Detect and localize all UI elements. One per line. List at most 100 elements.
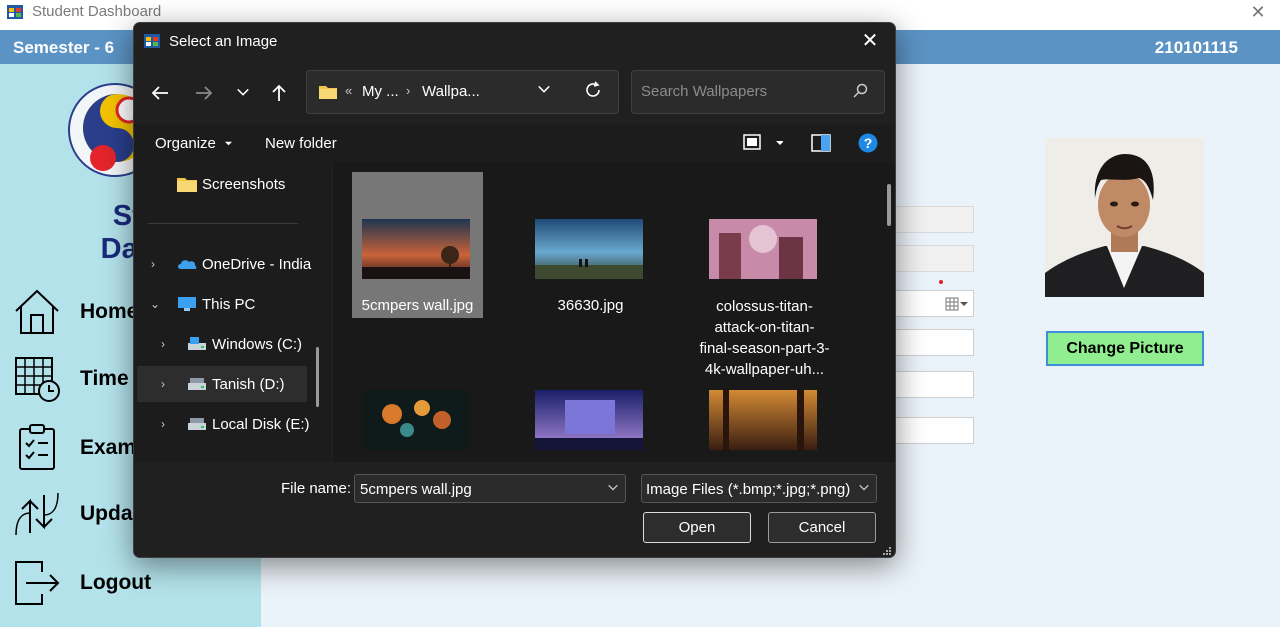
file-name: 5cmpers wall.jpg bbox=[361, 297, 474, 314]
files-scrollbar[interactable] bbox=[887, 184, 891, 226]
file-list: 5cmpers wall.jpg 36630.jpg colossus-tita… bbox=[333, 162, 895, 462]
sidebar-item-update[interactable]: Upda bbox=[12, 489, 133, 539]
resize-grip-icon[interactable] bbox=[882, 546, 892, 556]
app-title: Student Dashboard bbox=[32, 3, 162, 20]
breadcrumb-overflow[interactable]: « bbox=[345, 83, 352, 98]
search-icon[interactable] bbox=[852, 83, 868, 99]
tree-item-label: This PC bbox=[202, 295, 256, 313]
open-button[interactable]: Open bbox=[643, 512, 751, 543]
expand-chevron-icon[interactable]: › bbox=[161, 377, 165, 391]
profile-photo bbox=[1045, 138, 1204, 297]
dialog-close-icon[interactable]: ✕ bbox=[857, 29, 883, 53]
file-item[interactable]: 36630.jpg bbox=[525, 172, 656, 318]
sidebar-item-exam[interactable]: Exam bbox=[12, 423, 136, 473]
view-options-icon[interactable] bbox=[743, 134, 784, 157]
collapse-chevron-icon[interactable]: ⌄ bbox=[150, 297, 160, 311]
sidebar-item-label: Home bbox=[80, 300, 139, 323]
app-close-icon[interactable]: ✕ bbox=[1246, 2, 1270, 24]
refresh-icon[interactable] bbox=[583, 80, 603, 106]
dialog-titlebar: Select an Image ✕ bbox=[134, 23, 895, 59]
tree-item-onedrive[interactable]: › OneDrive - India bbox=[137, 246, 311, 282]
command-bar: Organize New folder ? bbox=[134, 124, 895, 162]
organize-label: Organize bbox=[155, 135, 216, 152]
search-box[interactable] bbox=[631, 70, 885, 114]
tree-item-screenshots[interactable]: Screenshots bbox=[137, 166, 307, 202]
profile-field[interactable] bbox=[890, 206, 974, 233]
chevron-right-icon: › bbox=[406, 83, 411, 98]
file-type-select[interactable]: Image Files (*.bmp;*.jpg;*.png) bbox=[641, 474, 877, 503]
navigation-tree: Screenshots › OneDrive - India ⌄ This PC… bbox=[134, 162, 331, 462]
svg-text:?: ? bbox=[864, 135, 873, 151]
chevron-down-icon bbox=[858, 481, 870, 496]
profile-field[interactable] bbox=[890, 245, 974, 272]
expand-chevron-icon[interactable]: › bbox=[161, 337, 165, 351]
sidebar-item-label: Logout bbox=[80, 571, 152, 594]
image-thumbnail bbox=[709, 390, 817, 450]
semester-label: Semester - 6 bbox=[13, 38, 115, 57]
file-name-label: File name: bbox=[281, 480, 352, 497]
tree-item-this-pc[interactable]: ⌄ This PC bbox=[137, 286, 307, 322]
tree-scrollbar[interactable] bbox=[316, 347, 319, 407]
sidebar-item-label: Upda bbox=[80, 502, 133, 525]
tree-item-label: Windows (C:) bbox=[212, 335, 303, 353]
dialog-title: Select an Image bbox=[169, 33, 278, 50]
file-item[interactable]: colossus-titan-attack-on-titan-final-sea… bbox=[699, 172, 830, 378]
back-arrow-icon[interactable] bbox=[145, 81, 175, 105]
help-icon[interactable]: ? bbox=[858, 133, 878, 158]
expand-chevron-icon[interactable]: › bbox=[161, 417, 165, 431]
search-input[interactable] bbox=[641, 83, 841, 100]
file-item[interactable] bbox=[525, 332, 656, 462]
new-folder-button[interactable]: New folder bbox=[265, 135, 337, 152]
logout-icon bbox=[15, 561, 60, 605]
tree-item-label: Screenshots bbox=[202, 175, 286, 193]
onedrive-icon bbox=[178, 260, 197, 269]
image-thumbnail bbox=[362, 390, 470, 450]
file-name: 36630.jpg bbox=[557, 297, 624, 314]
address-dropdown-icon[interactable] bbox=[537, 82, 551, 99]
recent-locations-chevron-icon[interactable] bbox=[228, 81, 258, 105]
chevron-down-icon[interactable] bbox=[607, 481, 619, 496]
date-picker-field[interactable] bbox=[890, 290, 974, 317]
chevron-down-icon bbox=[224, 141, 233, 146]
drive-icon bbox=[188, 337, 206, 350]
file-dialog: Select an Image ✕ « My ... › Wallpa... S… bbox=[133, 22, 896, 558]
monitor-icon bbox=[178, 297, 196, 311]
required-indicator bbox=[939, 280, 943, 284]
address-bar[interactable]: « My ... › Wallpa... bbox=[306, 70, 619, 114]
person-photo bbox=[1045, 138, 1204, 297]
tree-item-label: Local Disk (E:) bbox=[212, 415, 310, 433]
folder-icon bbox=[177, 178, 197, 192]
file-item[interactable]: 5cmpers wall.jpg bbox=[352, 172, 483, 318]
tree-item-drive-c[interactable]: › Windows (C:) bbox=[137, 326, 307, 362]
cancel-button[interactable]: Cancel bbox=[768, 512, 876, 543]
profile-field[interactable] bbox=[890, 371, 974, 398]
file-item[interactable] bbox=[699, 332, 830, 462]
sidebar-item-timetable[interactable]: Time bbox=[12, 354, 129, 404]
file-item[interactable] bbox=[352, 332, 483, 462]
organize-menu[interactable]: Organize bbox=[155, 135, 233, 152]
change-picture-button[interactable]: Change Picture bbox=[1046, 331, 1204, 366]
sidebar-item-home[interactable]: Home bbox=[12, 287, 138, 337]
drive-icon bbox=[188, 418, 206, 430]
navigation-bar: « My ... › Wallpa... bbox=[134, 59, 895, 123]
sidebar-item-logout[interactable]: Logout bbox=[12, 558, 151, 608]
breadcrumb-item[interactable]: My ... bbox=[362, 83, 399, 100]
dialog-footer: File name: 5cmpers wall.jpg Image Files … bbox=[134, 462, 895, 557]
expand-chevron-icon[interactable]: › bbox=[151, 257, 155, 271]
home-icon bbox=[15, 289, 59, 334]
profile-field[interactable] bbox=[890, 329, 974, 356]
file-name-input[interactable]: 5cmpers wall.jpg bbox=[354, 474, 626, 503]
breadcrumb-item[interactable]: Wallpa... bbox=[422, 83, 480, 100]
forward-arrow-icon[interactable] bbox=[189, 81, 219, 105]
tree-item-drive-e[interactable]: › Local Disk (E:) bbox=[137, 406, 310, 442]
profile-field[interactable] bbox=[890, 417, 974, 444]
folder-icon bbox=[319, 86, 337, 99]
preview-pane-icon[interactable] bbox=[811, 134, 831, 157]
drive-icon bbox=[188, 378, 206, 390]
tree-divider bbox=[148, 223, 298, 224]
file-type-value: Image Files (*.bmp;*.jpg;*.png) bbox=[646, 481, 851, 498]
up-arrow-icon[interactable] bbox=[264, 81, 294, 105]
sidebar-item-label: Exam bbox=[80, 436, 137, 459]
tree-item-drive-d[interactable]: › Tanish (D:) bbox=[137, 366, 307, 402]
roll-number: 210101115 bbox=[1154, 38, 1238, 57]
